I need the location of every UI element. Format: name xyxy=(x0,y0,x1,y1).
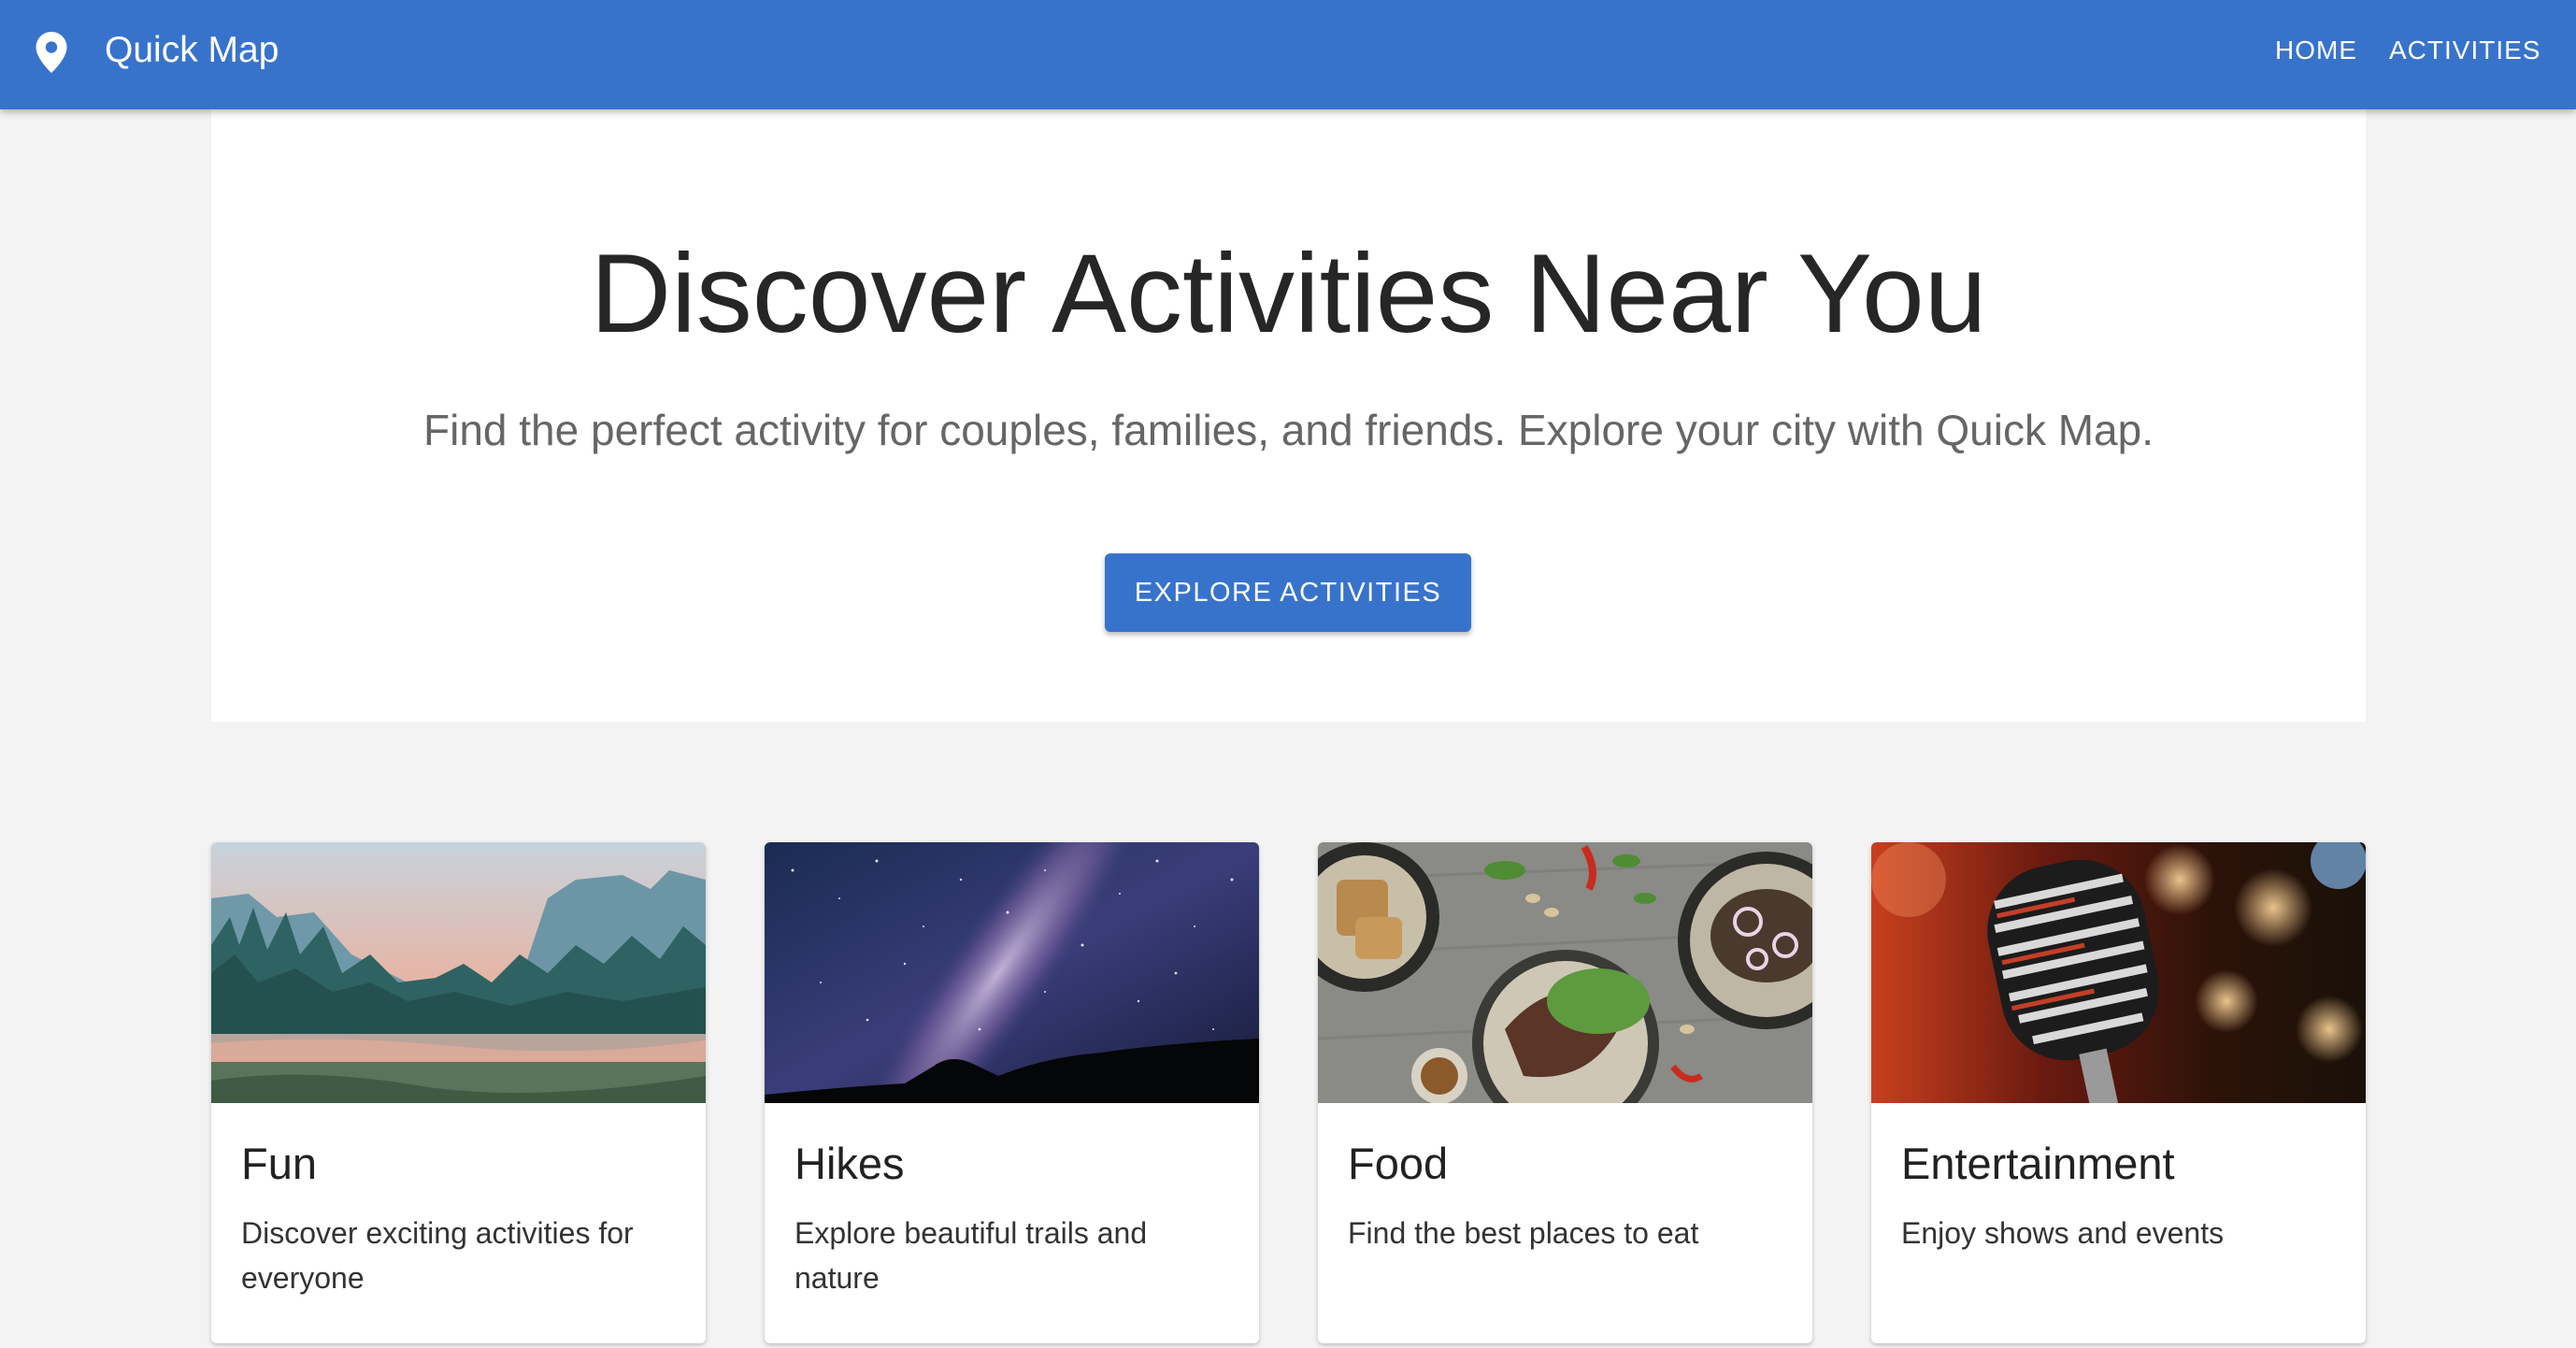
nav-activities-link[interactable]: ACTIVITIES xyxy=(2389,32,2540,69)
brand-title[interactable]: Quick Map xyxy=(105,27,279,74)
activity-card-hikes[interactable]: Hikes Explore beautiful trails and natur… xyxy=(765,842,1259,1343)
card-description: Discover exciting activities for everyon… xyxy=(241,1216,634,1295)
explore-activities-button[interactable]: EXPLORE ACTIVITIES xyxy=(1105,553,1471,632)
nav-home-link[interactable]: HOME xyxy=(2275,32,2357,69)
map-pin-icon xyxy=(36,32,67,73)
vintage-microphone-stage-photo xyxy=(1871,842,2366,1103)
activity-card-fun[interactable]: Fun Discover exciting activities for eve… xyxy=(211,842,706,1343)
activity-card-food[interactable]: Food Find the best places to eat xyxy=(1318,842,1812,1343)
mountain-valley-river-photo xyxy=(211,842,706,1103)
app-bar: Quick Map HOME ACTIVITIES xyxy=(0,0,2576,109)
card-title: Hikes xyxy=(794,1139,905,1188)
hero-section: Discover Activities Near You Find the pe… xyxy=(211,109,2366,722)
card-description: Find the best places to eat xyxy=(1348,1216,1699,1250)
card-description: Explore beautiful trails and nature xyxy=(794,1216,1148,1295)
hero-title: Discover Activities Near You xyxy=(590,231,1987,356)
card-title: Food xyxy=(1348,1139,1449,1188)
card-title: Fun xyxy=(241,1139,317,1188)
activity-card-entertainment[interactable]: Entertainment Enjoy shows and events xyxy=(1871,842,2366,1343)
hero-subtitle: Find the perfect activity for couples, f… xyxy=(423,406,2154,454)
card-title: Entertainment xyxy=(1901,1139,2175,1188)
card-description: Enjoy shows and events xyxy=(1901,1216,2225,1250)
plated-dishes-table-photo xyxy=(1318,842,1812,1103)
milky-way-night-sky-photo xyxy=(765,842,1259,1103)
